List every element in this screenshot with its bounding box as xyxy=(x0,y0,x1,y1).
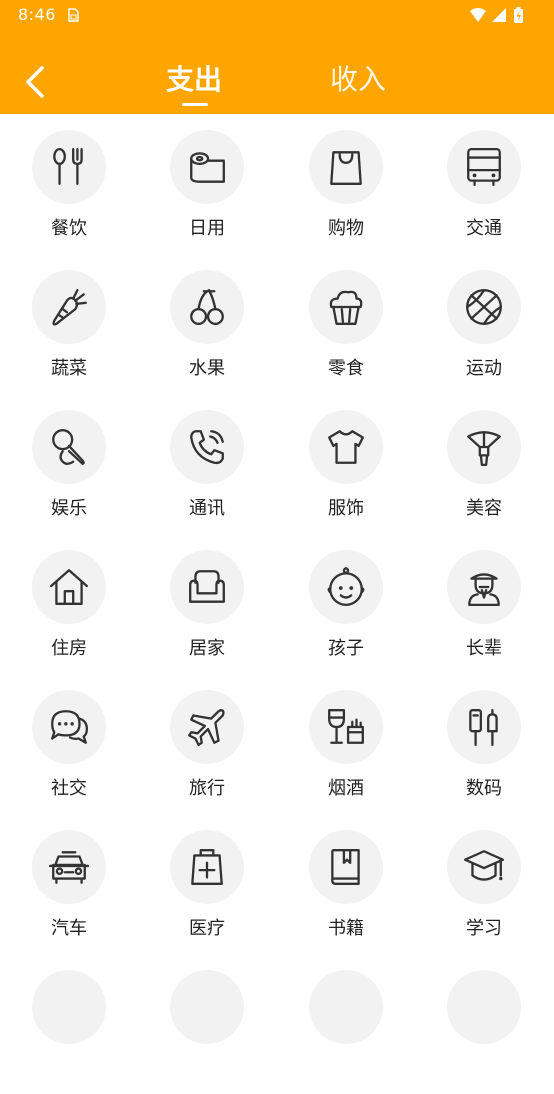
tissue-roll-icon xyxy=(190,152,225,183)
category-item[interactable]: 居家 xyxy=(138,534,276,674)
category-label: 蔬菜 xyxy=(51,358,87,379)
category-label: 社交 xyxy=(51,778,87,799)
category-item[interactable]: 烟酒 xyxy=(277,674,415,814)
cherry-icon xyxy=(190,289,224,325)
phone-icon xyxy=(190,430,224,465)
category-item[interactable]: 社交 xyxy=(0,674,138,814)
category-label: 居家 xyxy=(189,638,225,659)
category-label: 烟酒 xyxy=(328,778,364,799)
category-label: 日用 xyxy=(189,218,225,239)
medical-kit-icon xyxy=(191,849,223,885)
cupcake-icon xyxy=(329,290,363,325)
more-icon xyxy=(32,970,106,1044)
beauty-icon xyxy=(467,431,501,467)
category-item[interactable]: 服饰 xyxy=(277,394,415,534)
airplane-icon xyxy=(187,709,225,747)
status-time: 8:46 xyxy=(18,5,56,24)
active-tab-indicator xyxy=(182,103,208,106)
signal-icon xyxy=(492,8,506,22)
graduation-cap-icon xyxy=(463,850,505,881)
category-item[interactable] xyxy=(415,954,553,1094)
category-item[interactable] xyxy=(0,954,138,1094)
category-label: 学习 xyxy=(466,918,502,939)
category-label: 运动 xyxy=(466,358,502,379)
battery-icon xyxy=(514,7,523,23)
category-label: 美容 xyxy=(466,498,502,519)
category-label: 服饰 xyxy=(328,498,364,519)
baby-icon xyxy=(327,566,365,607)
category-label: 孩子 xyxy=(328,638,364,659)
category-item[interactable]: 学习 xyxy=(415,814,553,954)
chat-icon xyxy=(51,710,89,744)
carrot-icon xyxy=(52,289,87,326)
category-label: 零食 xyxy=(328,358,364,379)
category-item[interactable]: 娱乐 xyxy=(0,394,138,534)
book-icon xyxy=(331,849,360,885)
category-item[interactable]: 餐饮 xyxy=(0,114,138,254)
utensils-icon xyxy=(53,147,83,185)
usb-icon xyxy=(469,709,498,747)
shopping-bag-icon xyxy=(330,151,362,185)
category-label: 通讯 xyxy=(189,498,225,519)
category-item[interactable]: 医疗 xyxy=(138,814,276,954)
basketball-icon xyxy=(466,289,502,325)
category-item[interactable]: 孩子 xyxy=(277,534,415,674)
category-label: 数码 xyxy=(466,778,502,799)
car-icon xyxy=(48,851,90,884)
category-item[interactable]: 书籍 xyxy=(277,814,415,954)
category-label: 住房 xyxy=(51,638,87,659)
more-icon xyxy=(309,970,383,1044)
tab-income[interactable]: 收入 xyxy=(330,58,386,98)
category-item[interactable]: 交通 xyxy=(415,114,553,254)
category-item[interactable]: 数码 xyxy=(415,674,553,814)
wifi-icon xyxy=(470,8,486,22)
category-item[interactable]: 住房 xyxy=(0,534,138,674)
back-button[interactable] xyxy=(20,64,50,100)
status-icons xyxy=(470,7,523,23)
category-label: 餐饮 xyxy=(51,218,87,239)
category-item[interactable]: 通讯 xyxy=(138,394,276,534)
category-item[interactable]: 零食 xyxy=(277,254,415,394)
tab-expense[interactable]: 支出 xyxy=(166,58,222,98)
category-label: 医疗 xyxy=(189,918,225,939)
microphone-icon xyxy=(52,429,85,465)
category-label: 水果 xyxy=(189,358,225,379)
category-item[interactable]: 水果 xyxy=(138,254,276,394)
category-item[interactable]: 蔬菜 xyxy=(0,254,138,394)
category-label: 娱乐 xyxy=(51,498,87,519)
category-item[interactable]: 旅行 xyxy=(138,674,276,814)
category-label: 购物 xyxy=(328,218,364,239)
category-item[interactable]: 汽车 xyxy=(0,814,138,954)
category-item[interactable]: 日用 xyxy=(138,114,276,254)
more-icon xyxy=(447,970,521,1044)
sim-card-icon xyxy=(68,8,79,22)
top-bar: 8:46 支出 收入 xyxy=(0,0,554,114)
category-item[interactable]: 运动 xyxy=(415,254,553,394)
category-item[interactable] xyxy=(138,954,276,1094)
category-item[interactable]: 美容 xyxy=(415,394,553,534)
bus-icon xyxy=(467,147,501,187)
elder-icon xyxy=(468,573,500,607)
category-item[interactable] xyxy=(277,954,415,1094)
category-item[interactable]: 长辈 xyxy=(415,534,553,674)
category-label: 书籍 xyxy=(328,918,364,939)
category-label: 长辈 xyxy=(466,638,502,659)
sofa-icon xyxy=(189,570,225,603)
wine-icon xyxy=(328,709,364,744)
category-item[interactable]: 购物 xyxy=(277,114,415,254)
category-label: 交通 xyxy=(466,218,502,239)
more-icon xyxy=(170,970,244,1044)
house-icon xyxy=(49,569,89,605)
category-label: 汽车 xyxy=(51,918,87,939)
tshirt-icon xyxy=(328,430,364,464)
category-label: 旅行 xyxy=(189,778,225,799)
